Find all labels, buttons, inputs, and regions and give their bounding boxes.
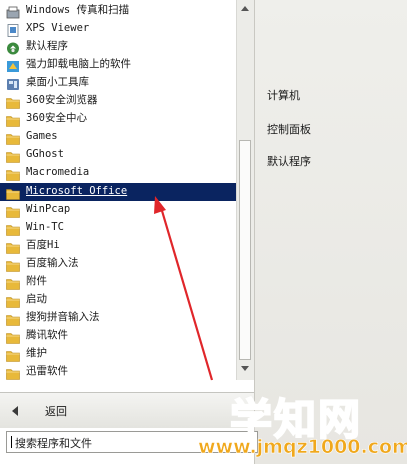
folder-icon (6, 347, 20, 362)
program-item[interactable]: 强力卸载电脑上的软件 (0, 56, 236, 74)
program-item-label: Games (26, 130, 58, 143)
folder-icon (6, 130, 20, 146)
program-item-label: Microsoft Office (26, 184, 128, 197)
program-item[interactable]: 维护 (0, 345, 236, 363)
program-item[interactable]: Windows 传真和扫描 (0, 2, 236, 20)
folder-icon (6, 329, 20, 344)
scroll-thumb[interactable] (239, 140, 251, 360)
program-item[interactable]: 附件 (0, 273, 236, 291)
folder-icon (6, 275, 20, 290)
program-item-label: Macromedia (26, 166, 90, 179)
program-item[interactable]: WinPcap (0, 201, 236, 219)
program-item[interactable]: 启动 (0, 291, 236, 309)
program-item-label: 启动 (26, 292, 47, 305)
program-list-scrollbar[interactable] (236, 0, 254, 380)
program-item[interactable]: 腾讯软件 (0, 327, 236, 345)
program-item[interactable]: GGhost (0, 146, 236, 164)
program-item[interactable]: 360安全中心 (0, 110, 236, 128)
program-item-label: Windows 传真和扫描 (26, 4, 130, 16)
program-item-label: 360安全浏览器 (26, 94, 98, 107)
program-item-label: 迅雷软件 (26, 365, 68, 377)
default-programs-link[interactable]: 默认程序 (267, 153, 311, 169)
text-caret (11, 436, 12, 448)
program-item-label: 腾讯软件 (26, 328, 68, 341)
folder-icon (6, 94, 20, 110)
program-item[interactable]: Microsoft Office (0, 182, 236, 201)
program-item-label: 百度Hi (26, 238, 60, 251)
control-panel-link[interactable]: 控制面板 (267, 121, 311, 137)
folder-icon (6, 185, 20, 200)
folder-icon (6, 239, 20, 254)
scroll-down-arrow-icon[interactable] (241, 366, 249, 371)
folder-icon (6, 257, 20, 272)
folder-icon (6, 221, 20, 236)
all-programs-list: Windows 传真和扫描 XPS Viewer 默认程序强力卸载电脑上的软件 桌面小… (0, 0, 236, 392)
program-item[interactable]: Games (0, 128, 236, 146)
folder-icon (6, 311, 20, 326)
program-item[interactable]: XPS Viewer (0, 20, 236, 38)
program-item-label: WinPcap (26, 202, 71, 215)
scroll-up-arrow-icon[interactable] (241, 6, 249, 11)
folder-icon (6, 203, 20, 218)
program-item[interactable]: 百度Hi (0, 237, 236, 255)
folder-icon (6, 148, 20, 164)
fax-scan-icon (6, 4, 20, 19)
program-item[interactable]: Macromedia (0, 164, 236, 182)
gadgets-icon (6, 76, 20, 91)
folder-icon (6, 112, 20, 128)
watermark-url: www.jmqz1000.com (198, 436, 407, 459)
program-item-label: 360安全中心 (26, 112, 87, 125)
program-item-label: 百度输入法 (26, 256, 79, 269)
folder-icon (6, 293, 20, 308)
program-item-label: 附件 (26, 274, 47, 287)
xps-viewer-icon (6, 22, 20, 37)
program-item[interactable]: Win-TC (0, 219, 236, 237)
watermark: 学知网 www.jmqz1000.com (190, 380, 407, 464)
computer-link[interactable]: 计算机 (267, 87, 300, 103)
program-item[interactable]: 迅雷软件 (0, 363, 236, 381)
program-item[interactable]: 默认程序 (0, 38, 236, 56)
program-item[interactable]: 搜狗拼音输入法 (0, 309, 236, 327)
program-item-label: 强力卸载电脑上的软件 (26, 58, 131, 71)
program-item[interactable]: 360安全浏览器 (0, 92, 236, 110)
program-item-label: XPS Viewer (26, 22, 90, 35)
default-programs-icon (6, 40, 20, 55)
program-item[interactable]: 桌面小工具库 (0, 74, 236, 92)
folder-icon (6, 365, 20, 380)
program-item-label: 维护 (26, 346, 47, 359)
back-arrow-icon (12, 406, 18, 416)
program-item-label: GGhost (26, 148, 64, 161)
folder-icon (6, 166, 20, 182)
program-item-label: Win-TC (26, 220, 64, 233)
uninstaller-icon (6, 58, 20, 73)
program-item[interactable]: 百度输入法 (0, 255, 236, 273)
program-item-label: 搜狗拼音输入法 (26, 310, 100, 323)
back-label: 返回 (45, 405, 67, 418)
program-item-label: 默认程序 (26, 40, 68, 53)
program-item-label: 桌面小工具库 (26, 76, 89, 89)
